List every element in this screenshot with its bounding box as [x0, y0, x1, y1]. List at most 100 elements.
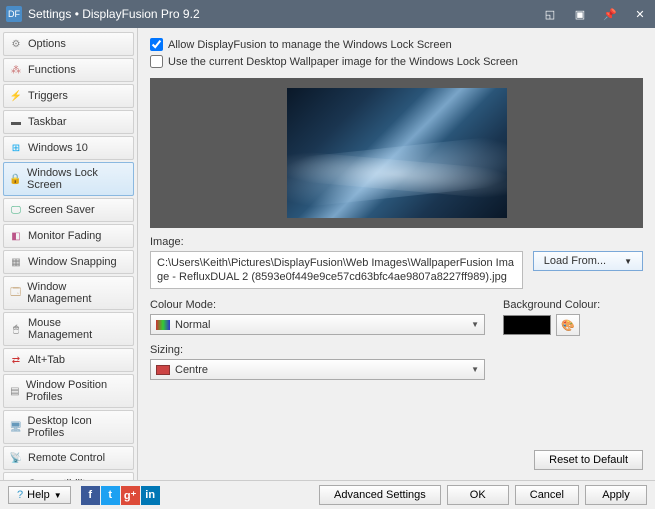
image-path-field[interactable]: C:\Users\Keith\Pictures\DisplayFusion\We… [150, 251, 523, 289]
chevron-down-icon: ▼ [471, 365, 479, 374]
sizing-value: Centre [175, 364, 471, 376]
advanced-settings-button[interactable]: Advanced Settings [319, 485, 441, 505]
facebook-icon[interactable]: f [81, 486, 100, 505]
allow-manage-label: Allow DisplayFusion to manage the Window… [168, 39, 452, 51]
help-icon: ? [17, 489, 23, 501]
sidebar-item-window-management[interactable]: 🗔 Window Management [3, 276, 134, 310]
chevron-down-icon: ▼ [471, 320, 479, 329]
sidebar-item-alt-tab[interactable]: ⇄ Alt+Tab [3, 348, 134, 372]
sidebar-item-label: Triggers [28, 90, 68, 102]
window-buttons: ◱ ▣ 📌 ✕ [535, 0, 655, 28]
sidebar-item-mouse-management[interactable]: 🖱 Mouse Management [3, 312, 134, 346]
fading-icon: ◧ [9, 229, 23, 243]
pin-icon[interactable]: 📌 [595, 0, 625, 28]
sidebar-item-label: Taskbar [28, 116, 67, 128]
sidebar-item-options[interactable]: ⚙ Options [3, 32, 134, 56]
screensaver-icon: 🖵 [9, 203, 23, 217]
sidebar-item-label: Window Snapping [28, 256, 117, 268]
sidebar-item-label: Compatibility [28, 478, 91, 480]
sidebar: ⚙ Options ⁂ Functions ⚡ Triggers ▬ Taskbar ⊞ Wind… [0, 28, 138, 480]
sizing-icon [156, 365, 170, 375]
image-label: Image: [150, 236, 643, 248]
content-pane: Allow DisplayFusion to manage the Window… [138, 28, 655, 480]
bg-colour-swatch[interactable] [503, 315, 551, 335]
allow-manage-checkbox-row[interactable]: Allow DisplayFusion to manage the Window… [150, 38, 643, 51]
chevron-down-icon: ▼ [624, 257, 632, 266]
help-button[interactable]: ? Help ▼ [8, 486, 71, 504]
tray-icon[interactable]: ◱ [535, 0, 565, 28]
use-wallpaper-checkbox-row[interactable]: Use the current Desktop Wallpaper image … [150, 55, 643, 68]
sidebar-item-windows-lock-screen[interactable]: 🔒 Windows Lock Screen [3, 162, 134, 196]
image-preview [287, 88, 507, 218]
sidebar-item-label: Windows 10 [28, 142, 88, 154]
mouse-icon: 🖱 [9, 322, 23, 336]
sidebar-item-functions[interactable]: ⁂ Functions [3, 58, 134, 82]
sidebar-item-label: Monitor Fading [28, 230, 101, 242]
sizing-label: Sizing: [150, 344, 485, 356]
gear-icon: ⚙ [9, 37, 23, 51]
triggers-icon: ⚡ [9, 89, 23, 103]
allow-manage-checkbox[interactable] [150, 38, 163, 51]
twitter-icon[interactable]: t [101, 486, 120, 505]
sidebar-item-label: Functions [28, 64, 76, 76]
reset-button[interactable]: Reset to Default [534, 450, 643, 470]
functions-icon: ⁂ [9, 63, 23, 77]
sidebar-item-window-position-profiles[interactable]: ▤ Window Position Profiles [3, 374, 134, 408]
eyedropper-icon: 🎨 [561, 319, 575, 332]
ok-button[interactable]: OK [447, 485, 509, 505]
load-from-button[interactable]: Load From... ▼ [533, 251, 643, 271]
colour-mode-label: Colour Mode: [150, 299, 485, 311]
lock-icon: 🔒 [9, 172, 22, 186]
sizing-select[interactable]: Centre ▼ [150, 359, 485, 380]
deskicon-icon: 🖥 [9, 420, 23, 434]
titlebar: DF Settings • DisplayFusion Pro 9.2 ◱ ▣ … [0, 0, 655, 28]
footer: ? Help ▼ f t g⁺ in Advanced Settings OK … [0, 480, 655, 509]
sidebar-item-label: Options [28, 38, 66, 50]
sidebar-item-label: Alt+Tab [28, 354, 65, 366]
taskbar-icon: ▬ [9, 115, 23, 129]
close-icon[interactable]: ✕ [625, 0, 655, 28]
apply-button[interactable]: Apply [585, 485, 647, 505]
sidebar-item-windows-10[interactable]: ⊞ Windows 10 [3, 136, 134, 160]
sidebar-item-screen-saver[interactable]: 🖵 Screen Saver [3, 198, 134, 222]
chevron-down-icon: ▼ [54, 491, 62, 500]
colour-mode-select[interactable]: Normal ▼ [150, 314, 485, 335]
sidebar-item-monitor-fading[interactable]: ◧ Monitor Fading [3, 224, 134, 248]
sidebar-item-label: Screen Saver [28, 204, 95, 216]
window-title: Settings • DisplayFusion Pro 9.2 [28, 7, 535, 21]
window-mgmt-icon: 🗔 [9, 286, 22, 300]
linkedin-icon[interactable]: in [141, 486, 160, 505]
image-preview-container [150, 78, 643, 228]
sidebar-item-label: Desktop Icon Profiles [28, 415, 128, 439]
sidebar-item-label: Remote Control [28, 452, 105, 464]
sidebar-item-label: Window Management [27, 281, 128, 305]
colour-mode-icon [156, 320, 170, 330]
sidebar-item-remote-control[interactable]: 📡 Remote Control [3, 446, 134, 470]
app-icon: DF [6, 6, 22, 22]
compat-icon: ✓ [9, 477, 23, 480]
googleplus-icon[interactable]: g⁺ [121, 486, 140, 505]
sidebar-item-label: Windows Lock Screen [27, 167, 128, 191]
sidebar-item-taskbar[interactable]: ▬ Taskbar [3, 110, 134, 134]
load-from-label: Load From... [544, 255, 606, 267]
help-label: Help [27, 489, 50, 501]
windows-icon: ⊞ [9, 141, 23, 155]
social-links: f t g⁺ in [81, 486, 160, 505]
position-icon: ▤ [9, 384, 21, 398]
colour-picker-button[interactable]: 🎨 [556, 314, 580, 336]
sidebar-item-triggers[interactable]: ⚡ Triggers [3, 84, 134, 108]
sidebar-item-label: Window Position Profiles [26, 379, 128, 403]
alttab-icon: ⇄ [9, 353, 23, 367]
bg-colour-label: Background Colour: [503, 299, 643, 311]
multimonitor-icon[interactable]: ▣ [565, 0, 595, 28]
remote-icon: 📡 [9, 451, 23, 465]
snapping-icon: ▦ [9, 255, 23, 269]
sidebar-item-window-snapping[interactable]: ▦ Window Snapping [3, 250, 134, 274]
cancel-button[interactable]: Cancel [515, 485, 579, 505]
colour-mode-value: Normal [175, 319, 471, 331]
sidebar-item-label: Mouse Management [28, 317, 128, 341]
sidebar-item-desktop-icon-profiles[interactable]: 🖥 Desktop Icon Profiles [3, 410, 134, 444]
use-wallpaper-label: Use the current Desktop Wallpaper image … [168, 56, 518, 68]
sidebar-item-compatibility[interactable]: ✓ Compatibility [3, 472, 134, 480]
use-wallpaper-checkbox[interactable] [150, 55, 163, 68]
